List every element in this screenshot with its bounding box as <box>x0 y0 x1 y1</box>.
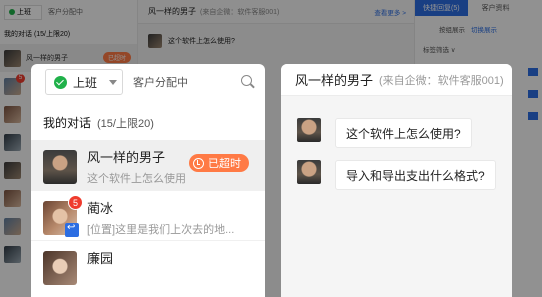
list-item[interactable]: 5 蔺冰 [位置]这里是我们上次去的地... <box>31 190 265 240</box>
conv-text: 蔺冰 [位置]这里是我们上次去的地... <box>87 201 237 237</box>
message: 这个软件上怎么使用? <box>281 118 512 148</box>
list-toolbar: 上班 客户分配中 <box>31 64 265 100</box>
unread-badge: 5 <box>68 195 83 210</box>
conv-name: 蔺冰 <box>87 201 114 216</box>
chat-contact-name: 风一样的男子 <box>295 73 374 88</box>
conv-text: 廉园 <box>87 251 237 271</box>
my-conversations-header: 我的对话 (15/上限20) <box>31 100 265 140</box>
timeout-badge: 已超时 <box>189 154 249 172</box>
chevron-down-icon <box>109 79 118 85</box>
search-icon[interactable] <box>241 75 255 89</box>
shift-status-button[interactable]: 上班 <box>45 69 123 95</box>
list-item[interactable]: 廉园 <box>31 240 265 290</box>
avatar <box>43 251 77 285</box>
chat-header: 风一样的男子 (来自企微：软件客服001) <box>281 64 512 96</box>
message-bubble: 这个软件上怎么使用? <box>335 118 472 148</box>
avatar <box>297 160 321 184</box>
chat-source: (来自企微：软件客服001) <box>379 74 504 87</box>
conv-name: 廉园 <box>87 251 114 266</box>
my-conversations-title: 我的对话 <box>43 116 92 130</box>
message: 导入和导出支出什么格式? <box>281 160 512 190</box>
conv-preview: 这个软件上怎么使用 <box>87 173 186 185</box>
clock-icon <box>193 157 204 169</box>
conversation-count: (15/上限20) <box>97 118 154 130</box>
wecom-icon <box>65 222 79 237</box>
message-bubble: 导入和导出支出什么格式? <box>335 160 496 190</box>
check-circle-icon <box>54 75 67 89</box>
shift-label: 上班 <box>73 75 98 90</box>
conversation-list-panel: 上班 客户分配中 我的对话 (15/上限20) 风一样的男子 这个软件上怎么使用 … <box>31 64 265 297</box>
avatar: 5 <box>43 195 83 237</box>
avatar <box>297 118 321 142</box>
chat-panel: 风一样的男子 (来自企微：软件客服001) 这个软件上怎么使用? 导入和导出支出… <box>281 64 512 297</box>
avatar <box>43 150 77 184</box>
conv-preview: [位置]这里是我们上次去的地... <box>87 224 235 236</box>
list-item[interactable]: 风一样的男子 这个软件上怎么使用 已超时 <box>31 140 265 190</box>
timeout-label: 已超时 <box>208 158 241 170</box>
distribution-status: 客户分配中 <box>133 77 188 89</box>
